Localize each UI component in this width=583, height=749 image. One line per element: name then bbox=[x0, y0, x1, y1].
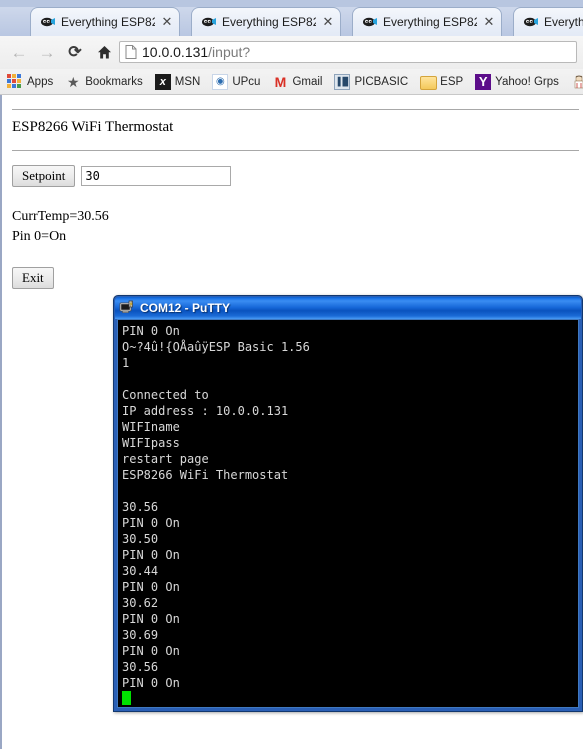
browser-tab-3[interactable]: Everything ESP8266 - ✕ bbox=[352, 7, 502, 36]
terminal-cursor bbox=[122, 691, 131, 705]
top-divider bbox=[12, 109, 579, 110]
tab-title: Everything ESP8266 - bbox=[222, 15, 316, 29]
bookmark-bookmarks[interactable]: ★ Bookmarks bbox=[60, 72, 148, 92]
esp8266-favicon-icon bbox=[201, 14, 217, 30]
bookmark-msn[interactable]: x MSN bbox=[150, 72, 206, 92]
address-bar[interactable]: 10.0.0.131/input? bbox=[119, 41, 577, 63]
reload-icon[interactable]: ⟳ bbox=[63, 41, 87, 65]
screen: Everything ESP8266 - ✕ Everything ESP826… bbox=[0, 0, 583, 749]
upcu-icon: ◉ bbox=[212, 73, 229, 90]
dilbert-icon bbox=[571, 74, 583, 90]
home-icon[interactable] bbox=[92, 41, 116, 65]
terminal-line: WIFIname bbox=[122, 420, 180, 434]
putty-terminal-icon bbox=[119, 300, 135, 316]
terminal-line: O~?4û!{OÅaûÿESP Basic 1.56 bbox=[122, 340, 310, 354]
bookmark-label: Yahoo! Grps bbox=[495, 75, 559, 88]
terminal-line: Connected to bbox=[122, 388, 209, 402]
browser-chrome: Everything ESP8266 - ✕ Everything ESP826… bbox=[0, 0, 583, 104]
tab-strip: Everything ESP8266 - ✕ Everything ESP826… bbox=[0, 0, 583, 36]
back-icon[interactable]: ← bbox=[7, 41, 31, 65]
browser-tab-2[interactable]: Everything ESP8266 - ✕ bbox=[191, 7, 341, 36]
bookmark-esp[interactable]: ESP bbox=[415, 72, 468, 92]
url-host: 10.0.0.131 bbox=[142, 44, 209, 60]
tab-close-icon[interactable]: ✕ bbox=[159, 14, 175, 30]
bookmark-picbasic[interactable]: ▌█ PICBASIC bbox=[329, 72, 413, 92]
address-bar-url: 10.0.0.131/input? bbox=[142, 43, 250, 61]
terminal-line: 30.50 bbox=[122, 532, 159, 546]
tab-title: Everything ESP8266 - bbox=[383, 15, 477, 29]
setpoint-button[interactable]: Setpoint bbox=[12, 165, 76, 187]
tab-title: Everything ESP8266 - bbox=[61, 15, 155, 29]
putty-terminal-frame[interactable]: PIN 0 On O~?4û!{OÅaûÿESP Basic 1.56 1 Conn… bbox=[117, 319, 579, 708]
apps-grid-icon bbox=[7, 74, 23, 90]
terminal-line: PIN 0 On bbox=[122, 612, 180, 626]
terminal-line: PIN 0 On bbox=[122, 548, 180, 562]
terminal-line: 30.69 bbox=[122, 628, 159, 642]
bookmarks-bar: Apps ★ Bookmarks x MSN ◉ UPcu M Gmail ▌█… bbox=[0, 69, 583, 95]
exit-form: Exit bbox=[12, 267, 583, 289]
bookmark-upcu[interactable]: ◉ UPcu bbox=[207, 72, 265, 92]
exit-button[interactable]: Exit bbox=[12, 267, 54, 289]
bookmark-label: ESP bbox=[440, 75, 464, 88]
yahoo-icon: Y bbox=[475, 73, 492, 90]
window-drag-area[interactable] bbox=[0, 0, 583, 7]
url-path: /input? bbox=[208, 44, 251, 60]
terminal-line: 1 bbox=[122, 356, 130, 370]
terminal-line: PIN 0 On bbox=[122, 676, 180, 690]
bookmark-label: PICBASIC bbox=[354, 75, 409, 88]
terminal-line: 30.44 bbox=[122, 564, 159, 578]
bookmark-label: MSN bbox=[174, 75, 201, 88]
bookmark-yahoo-groups[interactable]: Y Yahoo! Grps bbox=[470, 72, 564, 92]
star-icon: ★ bbox=[66, 73, 80, 90]
page-content: ESP8266 WiFi Thermostat Setpoint CurrTem… bbox=[2, 109, 583, 289]
terminal-line: WIFIpass bbox=[122, 436, 180, 450]
browser-toolbar: ← → ⟳ 10.0.0.131/input? bbox=[0, 36, 583, 70]
putty-title-bar[interactable]: COM12 - PuTTY bbox=[115, 297, 581, 319]
terminal-line: 30.56 bbox=[122, 500, 159, 514]
tab-close-icon[interactable]: ✕ bbox=[320, 14, 336, 30]
msn-icon: x bbox=[154, 73, 171, 90]
document-icon bbox=[125, 45, 137, 59]
putty-window-title: COM12 - PuTTY bbox=[140, 301, 231, 315]
bookmark-apps[interactable]: Apps bbox=[2, 72, 58, 92]
terminal-line: PIN 0 On bbox=[122, 516, 180, 530]
browser-tab-1[interactable]: Everything ESP8266 - ✕ bbox=[30, 7, 180, 36]
terminal-line: IP address : 10.0.0.131 bbox=[122, 404, 289, 418]
current-temp-readout: CurrTemp=30.56 bbox=[12, 209, 109, 224]
bookmark-gmail[interactable]: M Gmail bbox=[267, 72, 327, 92]
terminal-line: restart page bbox=[122, 452, 209, 466]
pin-state-readout: Pin 0=On bbox=[12, 229, 67, 244]
esp8266-favicon-icon bbox=[40, 14, 56, 30]
esp8266-favicon-icon bbox=[362, 14, 378, 30]
terminal-output: PIN 0 On O~?4û!{OÅaûÿESP Basic 1.56 1 Conn… bbox=[118, 320, 578, 707]
tab-title: Everything bbox=[544, 15, 583, 29]
tab-close-icon[interactable]: ✕ bbox=[481, 14, 497, 30]
browser-tab-4[interactable]: Everything bbox=[513, 7, 583, 36]
bookmark-label: Bookmarks bbox=[85, 75, 143, 88]
forward-icon[interactable]: → bbox=[35, 41, 59, 65]
setpoint-input[interactable] bbox=[81, 166, 232, 186]
page-title: ESP8266 WiFi Thermostat bbox=[12, 119, 174, 135]
title-divider bbox=[12, 150, 579, 151]
terminal-line: PIN 0 On bbox=[122, 324, 180, 338]
bookmark-label: Apps bbox=[27, 75, 54, 88]
bookmark-dilbert[interactable]: Dilb bbox=[566, 72, 583, 92]
terminal-cursor-line bbox=[122, 691, 578, 707]
folder-icon bbox=[420, 74, 438, 90]
setpoint-form: Setpoint bbox=[12, 165, 583, 187]
bookmark-label: Gmail bbox=[292, 75, 323, 88]
putty-window[interactable]: COM12 - PuTTY PIN 0 On O~?4û!{OÅaûÿESP Ba… bbox=[113, 295, 583, 712]
picbasic-icon: ▌█ bbox=[334, 73, 351, 90]
terminal-line: 30.62 bbox=[122, 596, 159, 610]
bookmark-label: UPcu bbox=[232, 75, 261, 88]
terminal-line: ESP8266 WiFi Thermostat bbox=[122, 468, 289, 482]
terminal-line: PIN 0 On bbox=[122, 580, 180, 594]
terminal-line: 30.56 bbox=[122, 660, 159, 674]
gmail-icon: M bbox=[274, 73, 287, 90]
esp8266-favicon-icon bbox=[523, 14, 539, 30]
terminal-line: PIN 0 On bbox=[122, 644, 180, 658]
